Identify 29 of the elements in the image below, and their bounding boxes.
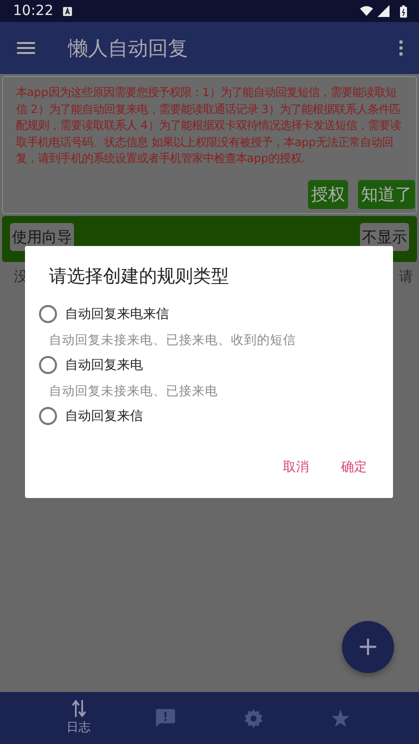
battery-icon bbox=[400, 4, 407, 18]
option-description: 自动回复未接来电、已接来电 bbox=[49, 383, 219, 400]
signal-icon bbox=[377, 5, 390, 17]
star-icon bbox=[330, 708, 350, 728]
option-label[interactable]: 自动回复来信 bbox=[65, 407, 143, 425]
notice-button[interactable]: 授权 bbox=[308, 180, 348, 209]
status-time: 10:22 bbox=[13, 3, 54, 19]
arrows-icon bbox=[70, 700, 87, 717]
option-description: 自动回复未接来电、已接来电、收到的短信 bbox=[49, 332, 297, 349]
radio-button[interactable] bbox=[39, 305, 57, 323]
dialog-button[interactable]: 取消 bbox=[279, 454, 313, 480]
app-title: 懒人自动回复 bbox=[68, 34, 188, 62]
more-icon[interactable] bbox=[399, 40, 403, 56]
add-button[interactable]: + bbox=[342, 621, 394, 673]
dialog-button[interactable]: 确定 bbox=[337, 454, 371, 480]
notice-text: 本app因为这些原因需要您授予权限：1）为了能自动回复短信，需要能读取短信 2）为了能自动回复来电，需要能读取通话记录 3）为了能根据联系人条件匹配规则，需要读取联系人 4）为了能根据双卡双待情况选择卡发送短信，需要读取手机电话号码、状态信息 如果以上权限没有被授予，本app无法正常自动回复，请到手机的系统设置或者手机管家中检查本app的授权. bbox=[16, 85, 402, 167]
nav-item[interactable]: 日志 bbox=[35, 692, 122, 744]
radio-button[interactable] bbox=[39, 407, 57, 425]
wifi-icon bbox=[360, 5, 373, 17]
radio-button[interactable] bbox=[39, 356, 57, 374]
notice-button[interactable]: 知道了 bbox=[358, 180, 415, 209]
dialog-title: 请选择创建的规则类型 bbox=[49, 265, 230, 288]
hint-text: 请 bbox=[399, 268, 413, 286]
settings-icon bbox=[244, 708, 263, 728]
message-alert-icon bbox=[156, 708, 176, 728]
option-label[interactable]: 自动回复来电 bbox=[65, 356, 143, 374]
menu-icon[interactable] bbox=[17, 42, 35, 54]
option-label[interactable]: 自动回复来电来信 bbox=[65, 305, 169, 323]
notification-icon bbox=[63, 6, 72, 16]
